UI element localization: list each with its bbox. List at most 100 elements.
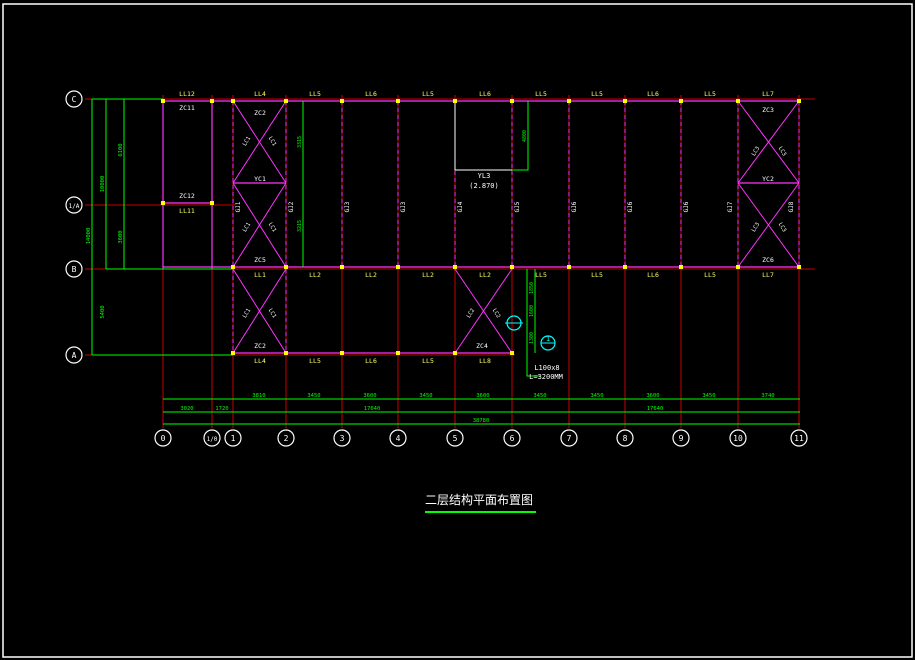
bay-dim: 3600: [363, 393, 376, 399]
angle-length: L=3200MM: [529, 373, 563, 381]
beam-label: LL8: [479, 357, 491, 365]
node-marker: [453, 99, 457, 103]
beam-label: LL5: [704, 90, 716, 98]
beam-label: LL2: [479, 271, 491, 279]
yc-label: YC2: [762, 175, 774, 183]
axis-bubble-label: 1/0: [207, 436, 218, 443]
axis-bubble-label: 4: [396, 434, 401, 443]
zc-label: ZC6: [762, 256, 774, 264]
beam-label: LL7: [762, 271, 774, 279]
beam-label: LL4: [254, 357, 266, 365]
beam-label: LL5: [422, 90, 434, 98]
node-marker: [340, 265, 344, 269]
node-marker: [453, 265, 457, 269]
node-marker: [210, 201, 214, 205]
column-label: GJ4: [457, 201, 464, 212]
node-marker: [567, 99, 571, 103]
column-label: GJ6: [683, 201, 690, 212]
node-marker: [797, 265, 801, 269]
beam-label: LL12: [179, 90, 195, 98]
column-label: GJ2: [288, 201, 295, 212]
yc-label: YC1: [254, 175, 266, 183]
opening-level: (2.870): [469, 182, 499, 190]
group-dim: 17640: [647, 406, 664, 412]
bay-dim: 3740: [761, 393, 774, 399]
beam-label: LL5: [591, 271, 603, 279]
node-marker: [284, 265, 288, 269]
axis-bubble-label: 11: [794, 434, 804, 443]
opening-label: YL3: [478, 172, 491, 180]
callout-mark: 1: [546, 335, 550, 343]
beam-label: LL2: [309, 271, 321, 279]
left-dim: 14000: [86, 228, 92, 245]
beam-label: LL2: [365, 271, 377, 279]
node-marker: [340, 351, 344, 355]
left-dim: 3800: [118, 230, 124, 243]
internal-dim: 1850: [529, 282, 535, 294]
zc-label: ZC2: [254, 109, 266, 117]
beam-label: LL1: [254, 271, 266, 279]
node-marker: [736, 265, 740, 269]
axis-bubble-label: A: [72, 351, 77, 360]
node-marker: [231, 99, 235, 103]
beam-label: LL2: [422, 271, 434, 279]
internal-dim: 4800: [522, 130, 528, 142]
node-marker: [510, 265, 514, 269]
angle-size: L100x8: [534, 364, 559, 372]
node-marker: [396, 351, 400, 355]
zc-label: ZC5: [254, 256, 266, 264]
node-marker: [510, 351, 514, 355]
beam-label: LL6: [365, 90, 377, 98]
axis-bubble-label: 7: [567, 434, 572, 443]
bay-dim: 3810: [252, 393, 265, 399]
node-marker: [797, 99, 801, 103]
axis-bubble-label: 1: [231, 434, 236, 443]
beam-label: LL5: [309, 357, 321, 365]
group-dim: 3020: [180, 406, 193, 412]
beam-label: LL5: [535, 90, 547, 98]
node-marker: [231, 351, 235, 355]
zc-label: ZC12: [179, 192, 195, 200]
beam-label: LL5: [422, 357, 434, 365]
bay-dim: 3600: [476, 393, 489, 399]
zc-label: ZC3: [762, 106, 774, 114]
group-dim: 17640: [364, 406, 381, 412]
internal-dim: 1600: [529, 305, 535, 317]
beam-label: LL6: [647, 271, 659, 279]
node-marker: [510, 99, 514, 103]
beam-label: LL5: [704, 271, 716, 279]
node-marker: [736, 99, 740, 103]
axis-bubble-label: 3: [340, 434, 345, 443]
node-marker: [210, 99, 214, 103]
left-dim: 6100: [118, 143, 124, 156]
bay-dim: 3450: [590, 393, 603, 399]
group-dim: 1720: [215, 406, 228, 412]
zc-label: ZC11: [179, 104, 195, 112]
beam-label: LL6: [479, 90, 491, 98]
column-label: GJ3: [400, 201, 407, 212]
node-marker: [284, 351, 288, 355]
zc-label: ZC2: [254, 342, 266, 350]
beam-label: LL6: [647, 90, 659, 98]
axis-bubble-label: 6: [510, 434, 515, 443]
axis-bubble-label: 0: [161, 434, 166, 443]
column-label: GJ1: [235, 201, 242, 212]
node-marker: [623, 99, 627, 103]
column-label: GJ6: [571, 201, 578, 212]
bay-dim: 3450: [307, 393, 320, 399]
beam-label: LL5: [535, 271, 547, 279]
beam-label: LL4: [254, 90, 266, 98]
drawing-title: 二层结构平面布置图: [425, 492, 533, 507]
internal-dim: 3215: [297, 220, 303, 232]
bay-dim: 3450: [533, 393, 546, 399]
beam-label: LL11: [179, 207, 195, 215]
bay-dim: 3450: [419, 393, 432, 399]
column-label: GJ3: [344, 201, 351, 212]
column-label: GJ6: [627, 201, 634, 212]
left-dim: 10000: [100, 176, 106, 193]
axis-bubble-label: 8: [623, 434, 628, 443]
node-marker: [396, 99, 400, 103]
axis-bubble-label: C: [72, 95, 77, 104]
node-marker: [340, 99, 344, 103]
column-label: GJ5: [514, 201, 521, 212]
